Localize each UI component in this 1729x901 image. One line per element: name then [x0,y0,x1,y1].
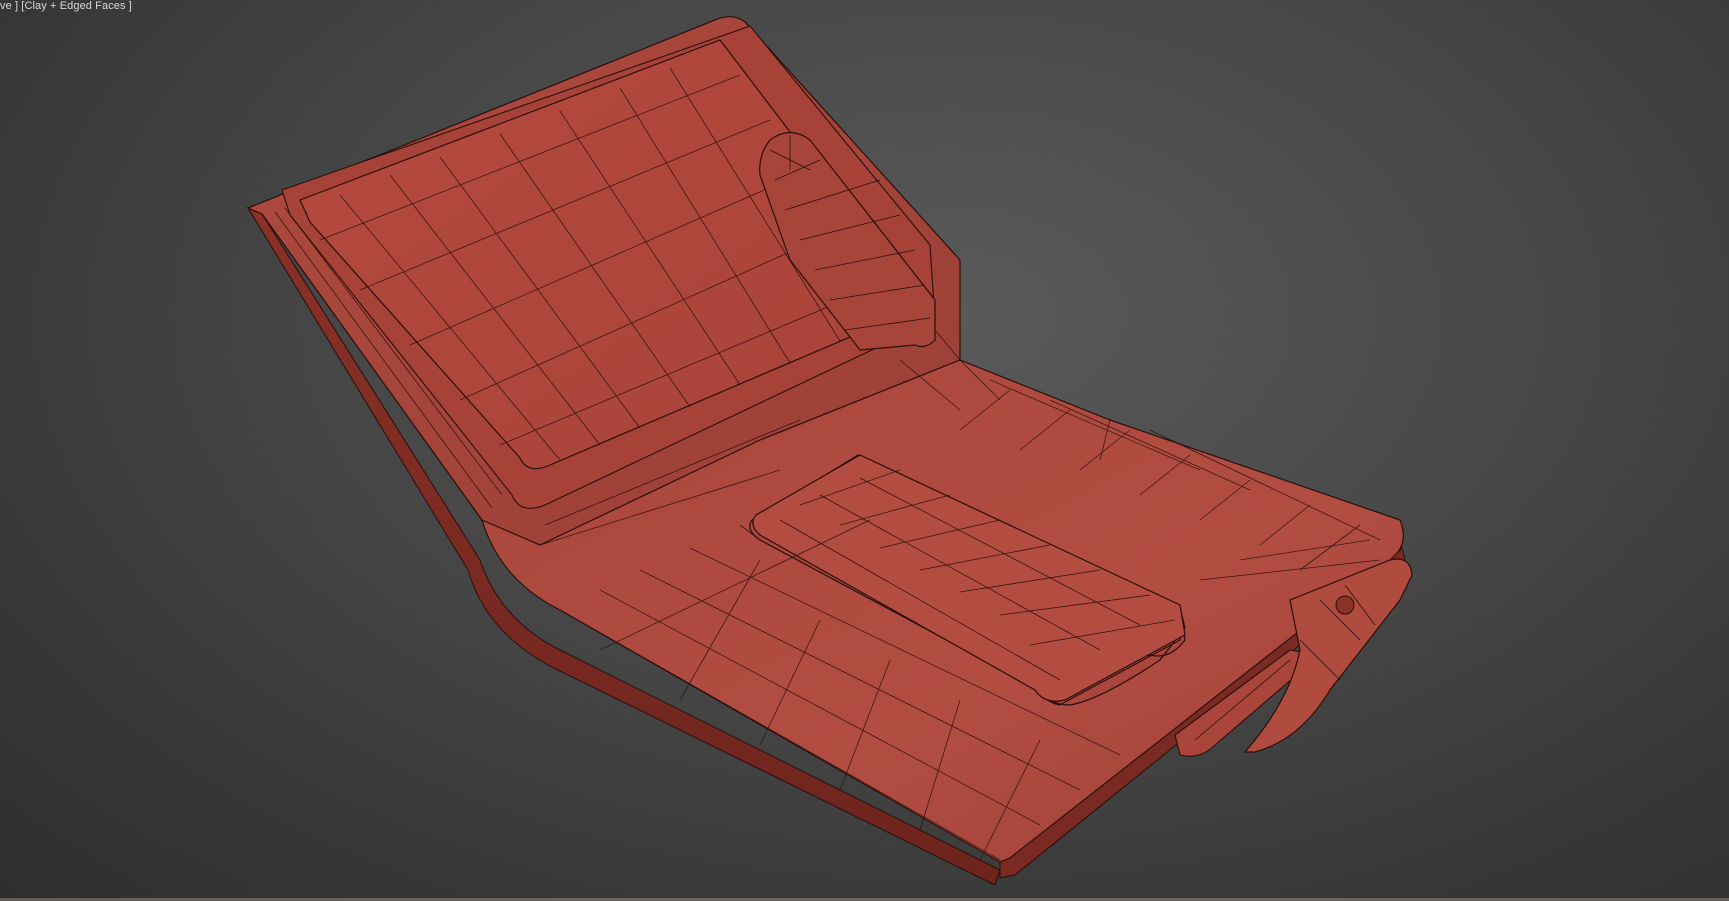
clasp-button-icon [1335,595,1355,615]
wallet-model[interactable] [0,0,1729,901]
viewport[interactable]: ve ] [Clay + Edged Faces ] [0,0,1729,901]
